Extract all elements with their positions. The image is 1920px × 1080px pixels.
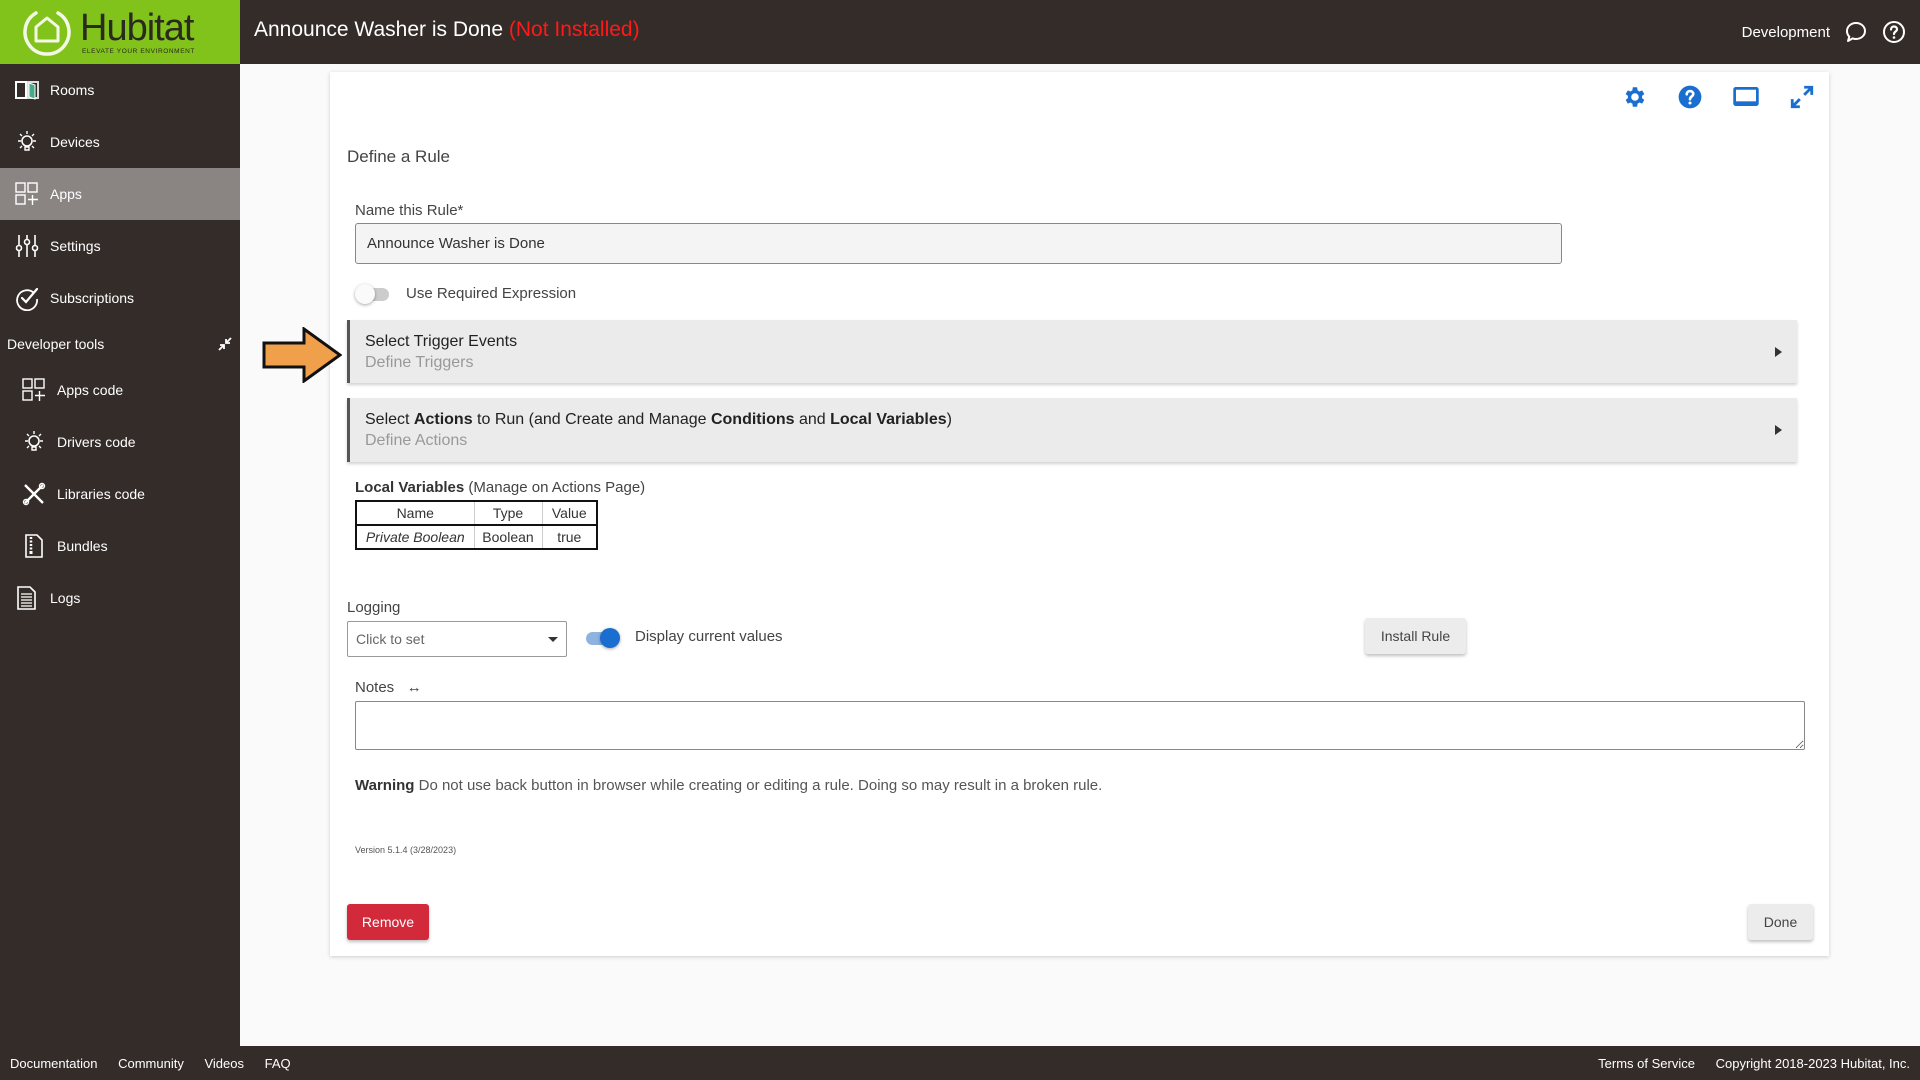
rule-panel: Define a Rule Name this Rule* Use Requir… (330, 72, 1829, 956)
local-variables-title: Local Variables (Manage on Actions Page) (355, 479, 646, 496)
display-icon[interactable] (1733, 84, 1759, 110)
actions-section-title: Select Actions to Run (and Create and Ma… (365, 411, 952, 428)
logging-select-value: Click to set (356, 631, 425, 647)
caret-right-icon (1775, 425, 1782, 435)
copyright-text: Copyright 2018-2023 Hubitat, Inc. (1715, 1055, 1910, 1071)
gear-icon[interactable] (1621, 84, 1647, 110)
actions-section-subtitle: Define Actions (365, 432, 468, 449)
footer: Documentation Community Videos FAQ Terms… (0, 1046, 1920, 1080)
local-variables-table: Name Type Value Private Boolean Boolean … (355, 500, 598, 550)
install-status: (Not Installed) (508, 18, 640, 41)
caret-right-icon (1775, 347, 1782, 357)
hubitat-logo[interactable]: Hubitat ELEVATE YOUR ENVIRONMENT (0, 0, 240, 64)
display-current-values-toggle[interactable] (582, 628, 620, 648)
sidebar-item-apps[interactable]: Apps (0, 168, 240, 220)
column-header: Name (355, 500, 475, 526)
sidebar-item-rooms[interactable]: Rooms (0, 64, 240, 116)
select-actions-button[interactable]: Select Actions to Run (and Create and Ma… (347, 398, 1797, 462)
expand-icon[interactable] (1789, 84, 1815, 110)
select-trigger-events-button[interactable]: Select Trigger Events Define Triggers (347, 320, 1797, 383)
house-logo-icon (23, 11, 71, 56)
variable-value: true (541, 524, 598, 550)
version-label: Version 5.1.4 (3/28/2023) (355, 845, 457, 855)
sidebar-item-label: Logs (50, 590, 81, 606)
required-expression-label: Use Required Expression (406, 285, 577, 302)
trigger-section-title: Select Trigger Events (365, 333, 518, 350)
bundles-icon (25, 534, 43, 558)
chat-icon[interactable] (1844, 20, 1868, 44)
page-title: Announce Washer is Done (Not Installed) (254, 18, 640, 42)
variable-type: Boolean (473, 524, 543, 550)
trigger-section-subtitle: Define Triggers (365, 354, 474, 371)
done-button[interactable]: Done (1748, 904, 1813, 940)
apps-code-icon (22, 378, 45, 401)
sidebar-item-logs[interactable]: Logs (0, 572, 240, 624)
table-row: Private Boolean Boolean true (355, 524, 598, 550)
sidebar-item-label: Libraries code (57, 486, 145, 502)
sidebar-item-label: Drivers code (57, 434, 136, 450)
rule-name-label: Name this Rule* (355, 202, 464, 219)
sidebar-item-subscriptions[interactable]: Subscriptions (0, 272, 240, 324)
footer-link-videos[interactable]: Videos (204, 1056, 244, 1071)
logs-icon (17, 586, 36, 610)
devices-icon (18, 131, 36, 151)
sidebar-item-label: Settings (50, 238, 101, 254)
libraries-code-icon (22, 482, 46, 506)
rule-name-input[interactable] (355, 223, 1562, 264)
sidebar: Rooms Devices Apps Settings Subscription… (0, 64, 240, 1046)
top-header: Hubitat ELEVATE YOUR ENVIRONMENT Announc… (0, 0, 1920, 64)
notes-textarea[interactable] (355, 701, 1805, 750)
app-title: Announce Washer is Done (254, 18, 504, 41)
sidebar-item-label: Subscriptions (50, 290, 135, 306)
settings-icon (15, 235, 39, 257)
sidebar-item-drivers-code[interactable]: Drivers code (0, 416, 240, 468)
footer-link-faq[interactable]: FAQ (265, 1056, 291, 1071)
section-title: Define a Rule (347, 147, 451, 166)
required-expression-toggle[interactable] (355, 284, 393, 304)
sidebar-item-label: Apps code (57, 382, 124, 398)
terms-of-service-link[interactable]: Terms of Service (1598, 1056, 1695, 1071)
logo-tagline: ELEVATE YOUR ENVIRONMENT (82, 48, 196, 55)
sidebar-item-settings[interactable]: Settings (0, 220, 240, 272)
drivers-code-icon (25, 431, 43, 451)
logging-label: Logging (347, 599, 401, 616)
help-icon[interactable] (1882, 20, 1906, 44)
panel-toolbar (1621, 84, 1815, 110)
sidebar-item-label: Devices (50, 134, 100, 150)
resize-horizontal-icon[interactable]: ↔ (407, 679, 422, 696)
collapse-icon[interactable] (218, 337, 232, 351)
column-header: Type (473, 500, 543, 526)
footer-link-community[interactable]: Community (118, 1056, 184, 1071)
environment-label[interactable]: Development (1742, 24, 1830, 41)
table-header-row: Name Type Value (355, 500, 598, 526)
footer-link-documentation[interactable]: Documentation (10, 1056, 97, 1071)
variable-name: Private Boolean (355, 524, 475, 550)
sidebar-item-label: Apps (50, 186, 82, 202)
dropdown-arrow-icon (548, 636, 558, 642)
logo-name: Hubitat (80, 7, 194, 49)
rooms-icon (15, 81, 39, 100)
remove-button[interactable]: Remove (347, 904, 429, 940)
display-current-values-label: Display current values (635, 628, 783, 645)
notes-label: Notes ↔ (355, 679, 422, 696)
sidebar-item-apps-code[interactable]: Apps code (0, 364, 240, 416)
sidebar-item-devices[interactable]: Devices (0, 116, 240, 168)
sidebar-item-libraries-code[interactable]: Libraries code (0, 468, 240, 520)
developer-tools-header[interactable]: Developer tools (0, 324, 240, 364)
warning-message: Warning Do not use back button in browse… (355, 777, 1103, 794)
help-icon[interactable] (1677, 84, 1703, 110)
sidebar-item-bundles[interactable]: Bundles (0, 520, 240, 572)
column-header: Value (541, 500, 598, 526)
install-rule-button[interactable]: Install Rule (1365, 618, 1466, 654)
logging-select[interactable]: Click to set (347, 621, 567, 657)
annotation-arrow-icon (262, 327, 342, 383)
subscriptions-icon (16, 287, 39, 311)
developer-tools-label: Developer tools (7, 336, 105, 352)
sidebar-item-label: Bundles (57, 538, 108, 554)
apps-icon (15, 182, 38, 205)
sidebar-item-label: Rooms (50, 82, 95, 98)
